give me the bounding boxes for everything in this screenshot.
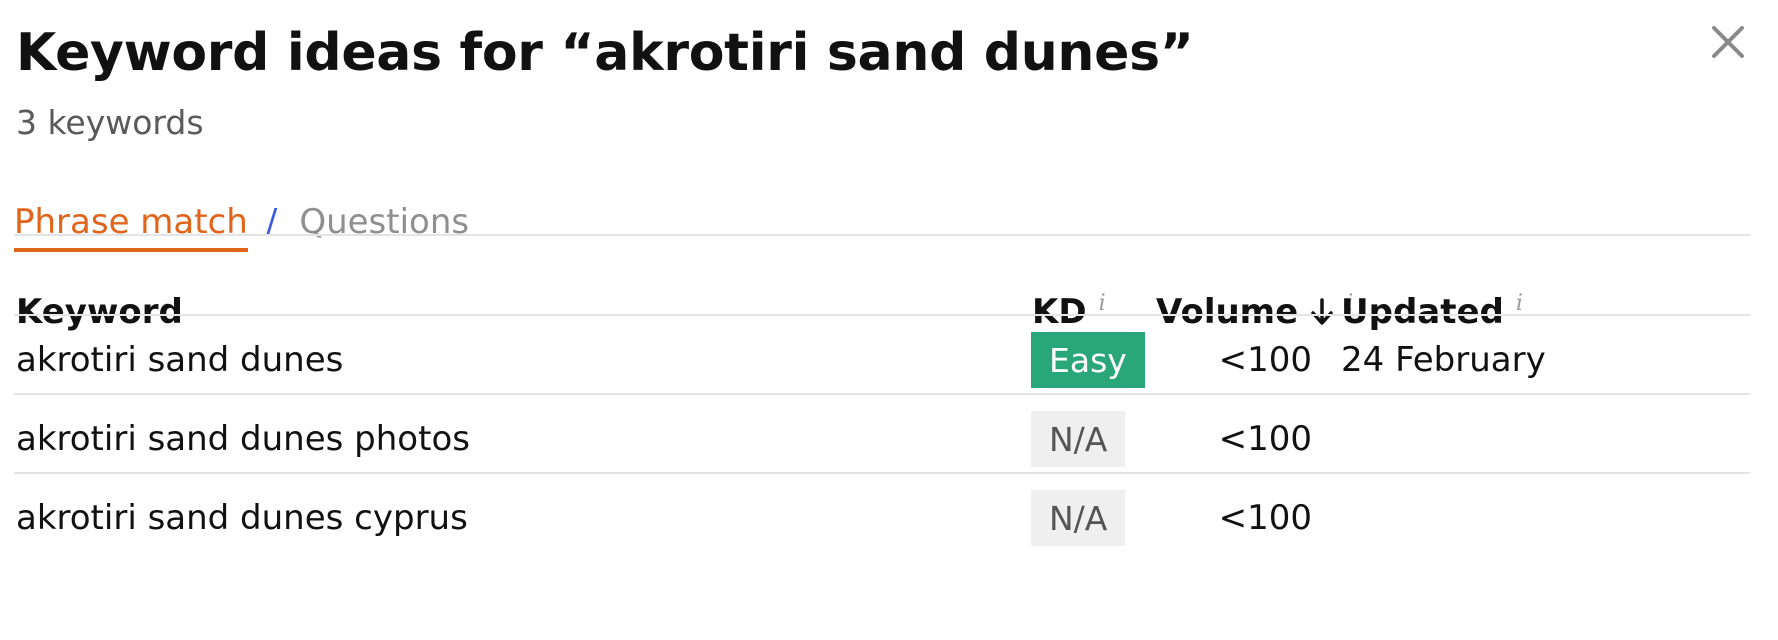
tab-separator: / [265,202,278,242]
kd-cell: Easy [1031,316,1145,404]
keyword-link[interactable]: akrotiri sand dunes [16,316,343,404]
kd-cell: N/A [1031,395,1126,483]
updated-value: 24 February [1341,340,1546,380]
tabs-divider [14,234,1750,236]
close-icon [1712,26,1744,58]
volume-value: <100 [1218,498,1312,538]
keyword-link[interactable]: akrotiri sand dunes photos [16,395,470,483]
volume-value: <100 [1218,419,1312,459]
tab-phrase-match[interactable]: Phrase match [14,200,248,252]
dialog-title: Keyword ideas for “akrotiri sand dunes” [16,23,1194,83]
keyword-link[interactable]: akrotiri sand dunes cyprus [16,474,468,562]
match-type-tabs: Phrase match / Questions [14,200,469,252]
tab-questions[interactable]: Questions [299,200,469,248]
kd-badge: Easy [1031,332,1145,388]
keyword-count: 3 keywords [16,103,204,142]
keyword-ideas-dialog: Keyword ideas for “akrotiri sand dunes” … [14,0,1764,640]
kd-cell: N/A [1031,474,1126,562]
table-row: akrotiri sand dunes cyprus N/A <100 [14,474,1750,562]
kd-badge: N/A [1031,490,1126,546]
volume-value: <100 [1218,340,1312,380]
table-row: akrotiri sand dunes Easy <100 24 Februar… [14,316,1750,404]
table-row: akrotiri sand dunes photos N/A <100 [14,395,1750,483]
close-button[interactable] [1708,22,1748,62]
kd-badge: N/A [1031,411,1126,467]
